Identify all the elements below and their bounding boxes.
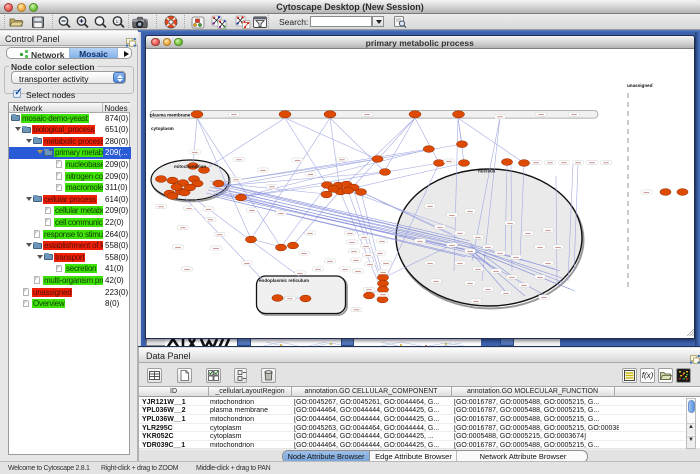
svg-text:endoplasmic reticulum: endoplasmic reticulum [259, 278, 309, 283]
svg-text:plasma membrane: plasma membrane [150, 112, 191, 117]
svg-text:nucleus: nucleus [478, 168, 496, 173]
svg-text:mitochondrion: mitochondrion [174, 164, 206, 169]
svg-text:cytoplasm: cytoplasm [151, 126, 174, 131]
svg-text:unassigned: unassigned [627, 83, 653, 88]
svg-text:1:1: 1:1 [116, 19, 123, 24]
